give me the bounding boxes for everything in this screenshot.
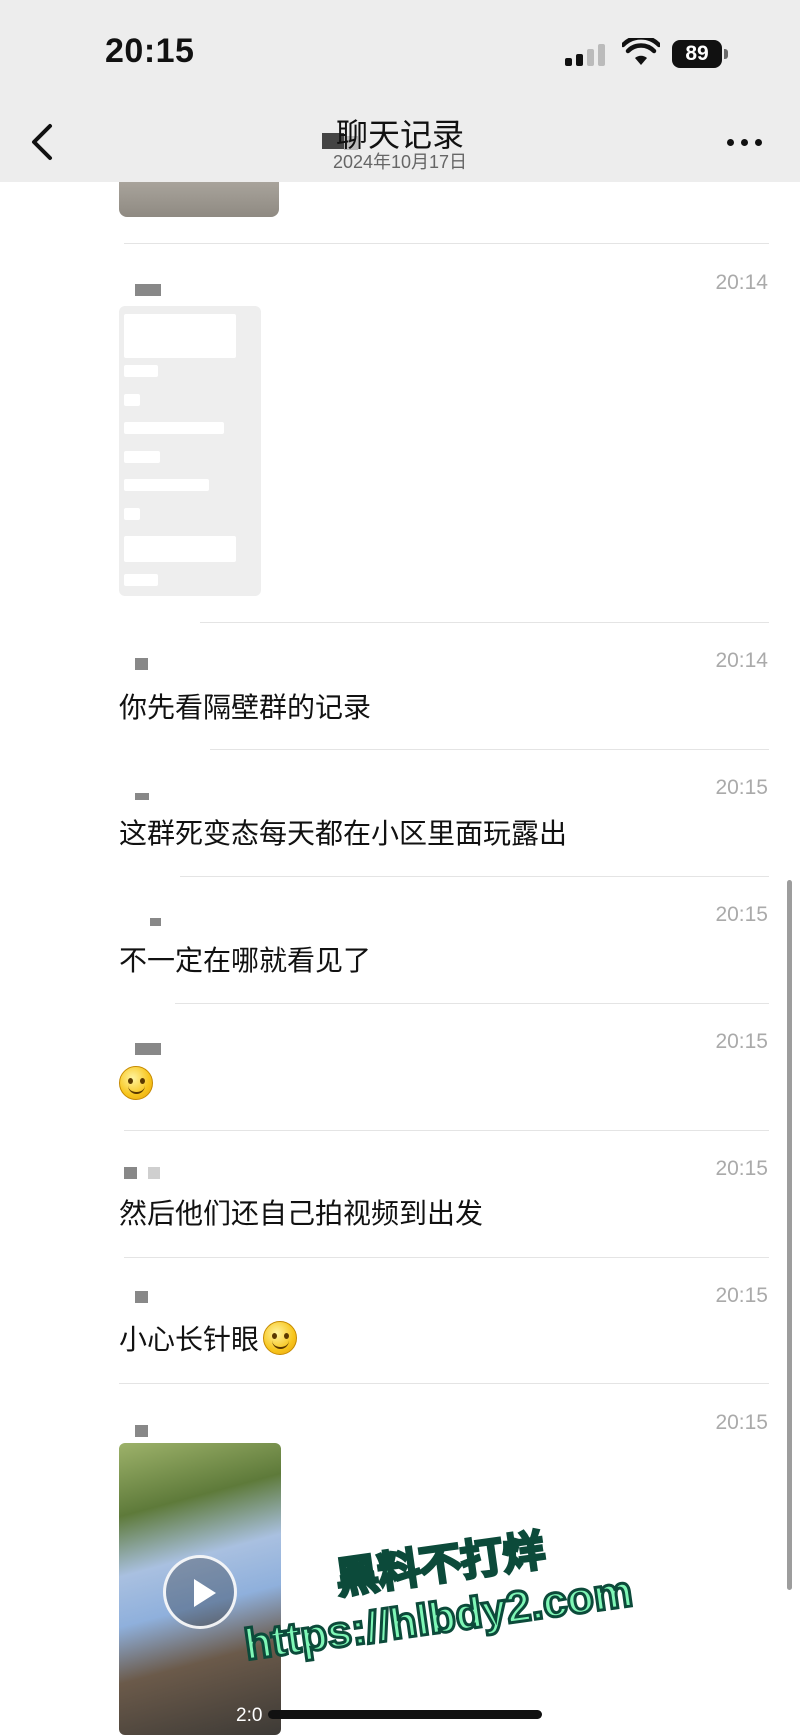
- wifi-icon: [622, 38, 660, 65]
- screenshot-bubble: [124, 365, 158, 377]
- message-time: 20:15: [715, 776, 768, 799]
- divider: [124, 243, 769, 244]
- watermark-url: https://hlbdy2.com: [240, 1565, 637, 1671]
- play-icon[interactable]: [163, 1555, 237, 1629]
- more-options-icon[interactable]: [727, 136, 767, 150]
- message-time: 20:14: [715, 271, 768, 294]
- home-indicator[interactable]: [268, 1710, 542, 1719]
- sender-name-redacted: [150, 918, 161, 926]
- battery-tip: [724, 49, 728, 59]
- sender-name-redacted: [135, 1425, 148, 1437]
- video-message-thumbnail[interactable]: 2:0: [119, 1443, 281, 1735]
- sender-name-redacted: [135, 658, 148, 670]
- screenshot-bubble: [124, 422, 224, 434]
- screenshot-bubble: [124, 574, 158, 586]
- status-time: 20:15: [105, 32, 195, 70]
- watermark: 黑料不打烊 https://hlbdy2.com: [230, 1479, 691, 1718]
- top-bar: 20:15 89 聊天记录 2024年10月17日: [0, 0, 800, 182]
- message-text-with-emoji: 小心长针眼: [119, 1318, 519, 1358]
- message-time: 20:15: [715, 1030, 768, 1053]
- video-duration: 2:0: [236, 1705, 263, 1726]
- message-text: 小心长针眼: [119, 1324, 260, 1355]
- message-text: 然后他们还自己拍视频到出发: [119, 1198, 484, 1229]
- divider: [210, 749, 769, 750]
- divider: [200, 622, 769, 623]
- screenshot-bubble: [124, 536, 236, 562]
- message-time: 20:15: [715, 1284, 768, 1307]
- smile-emoji-icon: [263, 1321, 298, 1355]
- screenshot-bubble: [124, 451, 160, 463]
- sender-name-redacted: [148, 1167, 160, 1179]
- sender-name-redacted: [135, 793, 149, 800]
- chat-screenshot-image[interactable]: [119, 306, 261, 596]
- message-time: 20:15: [715, 1157, 768, 1180]
- chat-date: 2024年10月17日: [332, 152, 468, 172]
- divider: [119, 1383, 769, 1384]
- screenshot-bubble: [124, 479, 209, 491]
- scrollbar[interactable]: [787, 880, 792, 1590]
- message-text: 这群死变态每天都在小区里面玩露出: [119, 818, 568, 849]
- screenshot-bubble: [124, 508, 140, 520]
- watermark-line1: 黑料不打烊: [332, 1525, 550, 1604]
- smile-emoji-icon: [119, 1066, 153, 1100]
- screenshot-bubble: [124, 314, 236, 358]
- divider: [124, 1130, 769, 1131]
- battery-indicator: 89: [672, 40, 722, 68]
- emoji-message: [119, 1066, 179, 1100]
- message-text: 你先看隔壁群的记录: [119, 692, 372, 723]
- sender-name-redacted: [135, 284, 161, 296]
- divider: [180, 876, 769, 877]
- sender-name-redacted: [124, 1167, 137, 1179]
- message-time: 20:15: [715, 1411, 768, 1434]
- sender-name-redacted: [135, 1043, 161, 1055]
- divider: [175, 1003, 769, 1004]
- message-text: 不一定在哪就看见了: [119, 945, 372, 976]
- message-time: 20:15: [715, 903, 768, 926]
- message-time: 20:14: [715, 649, 768, 672]
- divider: [124, 1257, 769, 1258]
- sender-name-redacted: [135, 1291, 148, 1303]
- cellular-signal-icon: [565, 42, 609, 66]
- screenshot-bubble: [124, 394, 140, 406]
